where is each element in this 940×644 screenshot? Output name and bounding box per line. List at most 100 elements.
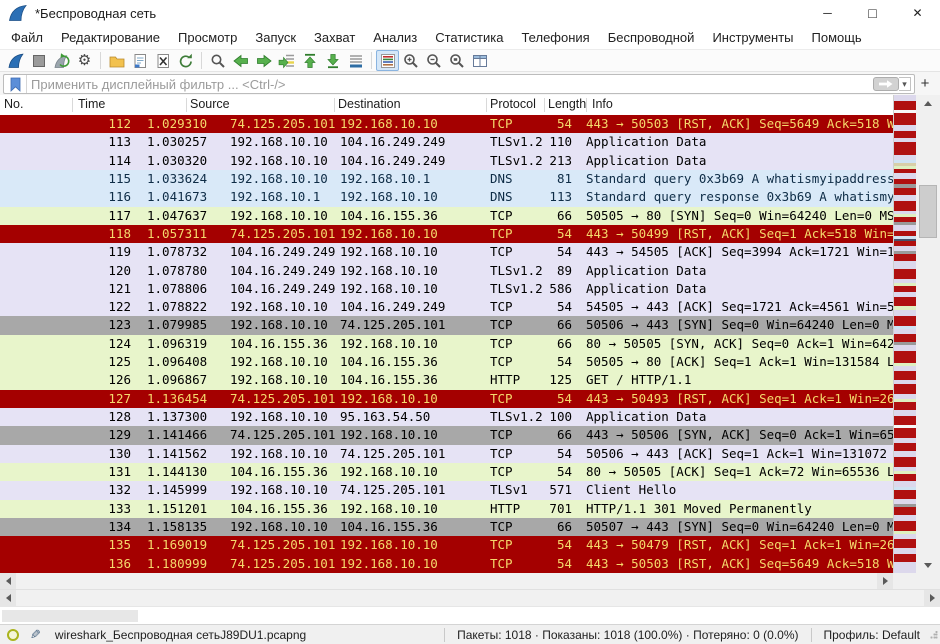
- packet-row[interactable]: 1211.078806104.16.249.249192.168.10.10TL…: [0, 280, 893, 298]
- stop-capture-button[interactable]: [27, 50, 50, 71]
- packet-row[interactable]: 1231.079985192.168.10.1074.125.205.101TC…: [0, 316, 893, 334]
- minimize-button[interactable]: ─: [805, 0, 850, 26]
- filter-dropdown-caret[interactable]: ▾: [899, 77, 911, 91]
- cell-len: 54: [548, 555, 584, 573]
- column-header-no[interactable]: No.: [4, 97, 23, 111]
- packet-row[interactable]: 1291.14146674.125.205.101192.168.10.10TC…: [0, 426, 893, 444]
- packet-row[interactable]: 1141.030320192.168.10.10104.16.249.249TL…: [0, 152, 893, 170]
- scrollbar-minimap[interactable]: [893, 95, 916, 573]
- maximize-button[interactable]: □: [850, 0, 895, 26]
- packet-row[interactable]: 1281.137300192.168.10.1095.163.54.50TLSv…: [0, 408, 893, 426]
- zoom-original-button[interactable]: [445, 50, 468, 71]
- column-header-info[interactable]: Info: [592, 97, 613, 111]
- menu-item-1[interactable]: Редактирование: [52, 28, 169, 47]
- capture-comment-icon[interactable]: ✎: [30, 627, 41, 643]
- packet-row[interactable]: 1221.078822192.168.10.10104.16.249.249TC…: [0, 298, 893, 316]
- cell-no: 119: [0, 243, 135, 261]
- scroll-down-button[interactable]: [916, 557, 940, 573]
- start-capture-button[interactable]: [4, 50, 27, 71]
- add-filter-button[interactable]: +: [916, 74, 934, 92]
- packet-row[interactable]: 1131.030257192.168.10.10104.16.249.249TL…: [0, 133, 893, 151]
- packet-row[interactable]: 1251.096408192.168.10.10104.16.155.36TCP…: [0, 353, 893, 371]
- packet-row[interactable]: 1171.047637192.168.10.10104.16.155.36TCP…: [0, 207, 893, 225]
- column-separator[interactable]: [334, 98, 335, 112]
- column-separator[interactable]: [186, 98, 187, 112]
- display-filter-input[interactable]: [27, 77, 873, 92]
- column-separator[interactable]: [72, 98, 73, 112]
- colorize-packets-button[interactable]: [376, 50, 399, 71]
- column-header-protocol[interactable]: Protocol: [490, 97, 536, 111]
- column-header-source[interactable]: Source: [190, 97, 230, 111]
- packet-row[interactable]: 1161.041673192.168.10.1192.168.10.10DNS1…: [0, 188, 893, 206]
- packet-row[interactable]: 1261.096867192.168.10.10104.16.155.36HTT…: [0, 371, 893, 389]
- column-separator[interactable]: [544, 98, 545, 112]
- packet-row[interactable]: 1351.16901974.125.205.101192.168.10.10TC…: [0, 536, 893, 554]
- scroll-up-button[interactable]: [916, 95, 940, 111]
- close-button[interactable]: ✕: [895, 0, 940, 26]
- packet-row[interactable]: 1321.145999192.168.10.1074.125.205.101TL…: [0, 481, 893, 499]
- menu-item-5[interactable]: Анализ: [364, 28, 426, 47]
- packet-row[interactable]: 1191.078732104.16.249.249192.168.10.10TC…: [0, 243, 893, 261]
- restart-capture-button[interactable]: [50, 50, 73, 71]
- menu-item-7[interactable]: Телефония: [512, 28, 598, 47]
- capture-options-button[interactable]: ⚙: [73, 50, 96, 71]
- save-file-button[interactable]: [128, 50, 151, 71]
- menu-item-3[interactable]: Запуск: [246, 28, 305, 47]
- packet-row[interactable]: 1121.02931074.125.205.101192.168.10.10TC…: [0, 115, 893, 133]
- packet-row[interactable]: 1361.18099974.125.205.101192.168.10.10TC…: [0, 555, 893, 573]
- profile-label[interactable]: Профиль: Default: [812, 628, 931, 642]
- cell-info: 50505 → 80 [SYN] Seq=0 Win=64240 Len=0 M…: [584, 207, 893, 225]
- go-last-packet-button[interactable]: [321, 50, 344, 71]
- packet-row[interactable]: 1181.05731174.125.205.101192.168.10.10TC…: [0, 225, 893, 243]
- column-separator[interactable]: [486, 98, 487, 112]
- packet-row[interactable]: 1301.141562192.168.10.1074.125.205.101TC…: [0, 445, 893, 463]
- menu-item-10[interactable]: Помощь: [803, 28, 871, 47]
- menu-item-6[interactable]: Статистика: [426, 28, 512, 47]
- apply-filter-button[interactable]: [873, 77, 899, 91]
- resize-grip[interactable]: [930, 631, 938, 639]
- expert-info-icon[interactable]: [7, 629, 19, 641]
- cell-no: 124: [0, 335, 135, 353]
- zoom-out-button[interactable]: [422, 50, 445, 71]
- auto-scroll-button[interactable]: [344, 50, 367, 71]
- go-back-button[interactable]: [229, 50, 252, 71]
- packet-row[interactable]: 1341.158135192.168.10.10104.16.155.36TCP…: [0, 518, 893, 536]
- horizontal-scrollbar-2[interactable]: [0, 589, 940, 606]
- scroll-left-button-2[interactable]: [0, 590, 16, 606]
- menu-item-0[interactable]: Файл: [2, 28, 52, 47]
- horizontal-scrollbar[interactable]: [0, 573, 893, 589]
- column-header-length[interactable]: Length: [548, 97, 586, 111]
- vertical-scrollbar[interactable]: [916, 95, 940, 573]
- triangle-down-icon: [924, 563, 932, 568]
- packet-row[interactable]: 1311.144130104.16.155.36192.168.10.10TCP…: [0, 463, 893, 481]
- menu-item-8[interactable]: Беспроводной: [599, 28, 704, 47]
- packet-row[interactable]: 1151.033624192.168.10.10192.168.10.1DNS8…: [0, 170, 893, 188]
- menu-item-2[interactable]: Просмотр: [169, 28, 246, 47]
- reload-file-button[interactable]: [174, 50, 197, 71]
- open-file-button[interactable]: [105, 50, 128, 71]
- packet-row[interactable]: 1331.151201104.16.155.36192.168.10.10HTT…: [0, 500, 893, 518]
- minimap-stripe: [894, 457, 916, 467]
- column-header-destination[interactable]: Destination: [338, 97, 401, 111]
- find-packet-button[interactable]: [206, 50, 229, 71]
- menu-item-9[interactable]: Инструменты: [703, 28, 802, 47]
- go-forward-button[interactable]: [252, 50, 275, 71]
- go-to-packet-button[interactable]: [275, 50, 298, 71]
- packet-row[interactable]: 1271.13645474.125.205.101192.168.10.10TC…: [0, 390, 893, 408]
- close-file-button[interactable]: [151, 50, 174, 71]
- resize-columns-button[interactable]: [468, 50, 491, 71]
- zoom-in-button[interactable]: [399, 50, 422, 71]
- packet-row[interactable]: 1241.096319104.16.155.36192.168.10.10TCP…: [0, 335, 893, 353]
- cell-len: 81: [548, 170, 584, 188]
- scroll-right-button-2[interactable]: [924, 590, 940, 606]
- scroll-right-button[interactable]: [877, 573, 893, 589]
- column-separator[interactable]: [586, 98, 587, 112]
- cell-dst: 192.168.10.10: [340, 426, 490, 444]
- go-first-packet-button[interactable]: [298, 50, 321, 71]
- filter-bookmark-button[interactable]: [4, 75, 27, 93]
- scroll-left-button[interactable]: [0, 573, 16, 589]
- packet-row[interactable]: 1201.078780104.16.249.249192.168.10.10TL…: [0, 262, 893, 280]
- menu-item-4[interactable]: Захват: [305, 28, 364, 47]
- vertical-scroll-thumb[interactable]: [919, 185, 937, 238]
- column-header-time[interactable]: Time: [78, 97, 105, 111]
